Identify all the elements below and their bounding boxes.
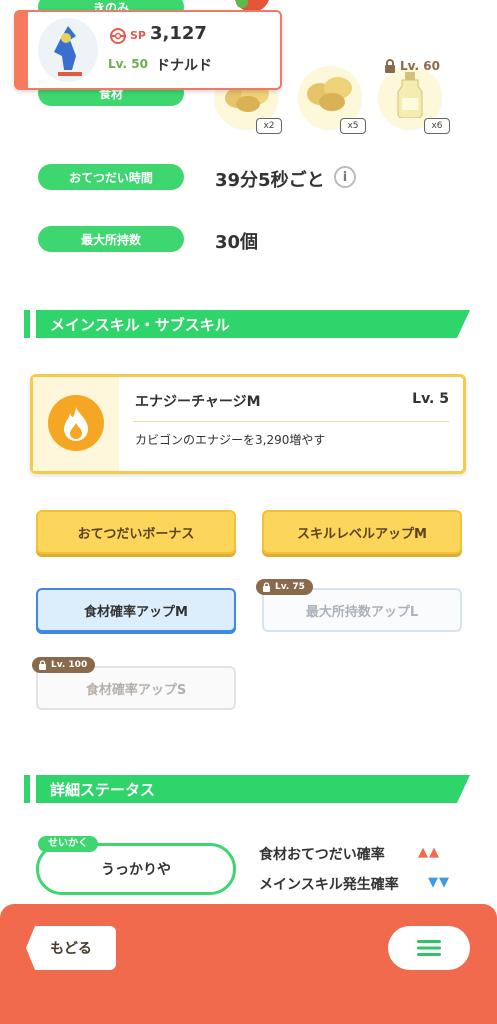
lock-icon	[263, 582, 270, 592]
skill-name: エナジーチャージM	[135, 394, 261, 410]
subskill-lock-tag: Lv. 75	[256, 579, 313, 595]
skill-description: カビゴンのエナジーを3,290増やす	[135, 433, 326, 447]
stat-label: 食材おてつだい確率	[259, 847, 385, 863]
skill-level: Lv. 5	[412, 391, 449, 407]
menu-button[interactable]	[388, 926, 470, 970]
nature-value: うっかりや	[101, 862, 171, 878]
lock-level: Lv. 100	[51, 660, 88, 670]
pokeball-icon	[110, 28, 126, 48]
skill-divider	[133, 421, 449, 422]
lock-icon	[39, 660, 46, 670]
subskill-lock-tag: Lv. 100	[32, 657, 96, 673]
stat-up-arrows: ▲▲	[418, 845, 440, 860]
max-carry-value: 30個	[215, 232, 259, 253]
section-title: 詳細ステータス	[50, 781, 156, 799]
details-section-header: 詳細ステータス	[24, 775, 470, 803]
oil-bottle-icon	[394, 72, 426, 122]
potato-icon	[304, 72, 356, 118]
stat-label: メインスキル発生確率	[259, 877, 399, 893]
skill-icon-area	[33, 377, 119, 471]
ingredient-qty: x2	[256, 118, 282, 134]
help-time-value: 39分5秒ごと	[215, 170, 325, 191]
nature-tag: せいかく	[38, 836, 98, 852]
subskill-button[interactable]: 食材確率アップM	[36, 588, 236, 632]
sp-value: 3,127	[150, 23, 207, 44]
ingredient-qty: x6	[424, 118, 450, 134]
pokemon-level: Lv. 50	[108, 57, 148, 71]
ingredient-qty: x5	[340, 118, 366, 134]
fire-icon	[48, 395, 104, 451]
subskill-button[interactable]: スキルレベルアップM	[262, 510, 462, 554]
help-time-label: おてつだい時間	[38, 164, 184, 190]
back-label: もどる	[50, 941, 92, 957]
section-bar	[24, 775, 30, 803]
pokemon-avatar	[38, 18, 98, 82]
ingredient-lock-level: Lv. 60	[400, 59, 440, 73]
pokemon-header-card: SP 3,127 Lv. 50 ドナルド	[14, 10, 282, 90]
lock-level: Lv. 75	[275, 582, 305, 592]
hamburger-icon	[417, 940, 441, 956]
back-button[interactable]: もどる	[26, 926, 116, 970]
sp-label: SP	[130, 29, 146, 42]
stat-down-arrows: ▼▼	[428, 875, 450, 890]
subskill-button[interactable]: おてつだいボーナス	[36, 510, 236, 554]
info-icon[interactable]: i	[334, 166, 356, 188]
section-bar	[24, 310, 30, 338]
header-stripe	[14, 10, 28, 90]
section-title: メインスキル・サブスキル	[50, 316, 230, 334]
main-skill-section-header: メインスキル・サブスキル	[24, 310, 470, 338]
main-skill-card[interactable]: エナジーチャージM Lv. 5 カビゴンのエナジーを3,290増やす	[30, 374, 466, 474]
pokemon-name: ドナルド	[156, 58, 212, 74]
max-carry-label: 最大所持数	[38, 226, 184, 252]
